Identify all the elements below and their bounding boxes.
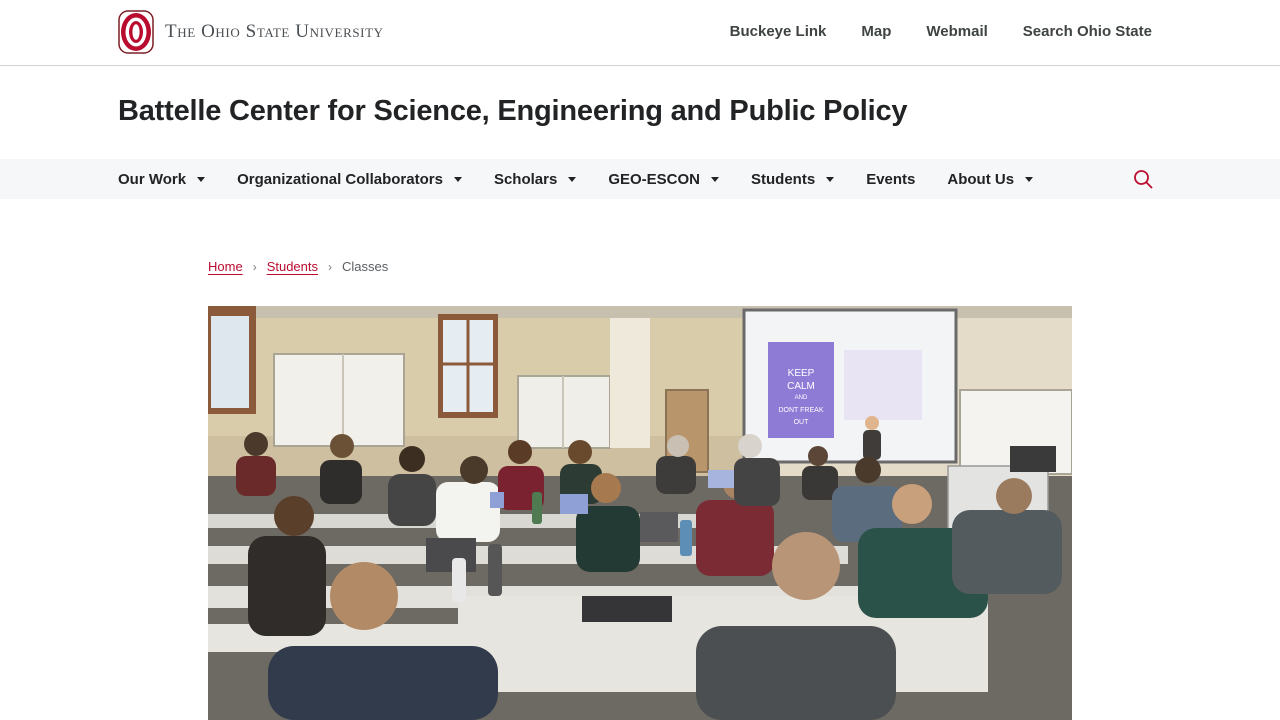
chevron-right-icon: › — [252, 259, 257, 274]
map-link[interactable]: Map — [861, 23, 891, 40]
utility-nav: Buckeye Link Map Webmail Search Ohio Sta… — [695, 23, 1152, 40]
slide-text-out: OUT — [794, 419, 810, 426]
classroom-photo-illustration: KEEP CALM AND DONT FREAK OUT — [208, 306, 1072, 720]
slide-text-keep: KEEP — [788, 368, 815, 379]
nav-item-organizational-collaborators[interactable]: Organizational Collaborators — [237, 171, 462, 188]
breadcrumb: Home › Students › Classes — [208, 259, 388, 274]
breadcrumb-students-link[interactable]: Students — [267, 259, 318, 274]
search-icon[interactable] — [1133, 169, 1153, 189]
university-wordmark[interactable]: The Ohio State University — [165, 22, 384, 42]
caret-down-icon — [453, 177, 462, 182]
main-nav: Our Work Organizational Collaborators Sc… — [0, 159, 1280, 199]
search-ohio-state-link[interactable]: Search Ohio State — [1023, 23, 1152, 40]
caret-down-icon — [197, 177, 206, 182]
nav-item-label: Organizational Collaborators — [237, 170, 443, 188]
caret-down-icon — [1025, 177, 1034, 182]
webmail-link[interactable]: Webmail — [926, 23, 987, 40]
slide-text-and: AND — [795, 395, 808, 401]
nav-item-label: Students — [751, 170, 816, 188]
nav-item-our-work[interactable]: Our Work — [118, 170, 206, 188]
breadcrumb-home-link[interactable]: Home — [208, 259, 243, 274]
nav-item-events[interactable]: Events — [866, 171, 915, 188]
nav-item-label: Our Work — [118, 170, 187, 188]
breadcrumb-current: Classes — [342, 259, 389, 274]
ohio-state-block-o-logo[interactable] — [118, 10, 154, 54]
university-header: The Ohio State University Buckeye Link M… — [0, 0, 1280, 66]
chevron-right-icon: › — [328, 259, 333, 274]
nav-item-geo-escon[interactable]: GEO-ESCON — [608, 170, 720, 188]
nav-item-label: Events — [866, 170, 916, 188]
buckeye-link[interactable]: Buckeye Link — [730, 23, 827, 40]
slide-text-dont-freak: DONT FREAK — [779, 407, 824, 414]
caret-down-icon — [711, 177, 720, 182]
nav-item-about-us[interactable]: About Us — [947, 170, 1034, 188]
caret-down-icon — [568, 177, 577, 182]
nav-item-label: GEO-ESCON — [608, 170, 701, 188]
classroom-photo: KEEP CALM AND DONT FREAK OUT — [208, 306, 1072, 720]
nav-item-label: About Us — [947, 170, 1015, 188]
nav-item-label: Scholars — [493, 170, 558, 188]
nav-item-students[interactable]: Students — [751, 170, 835, 188]
nav-item-scholars[interactable]: Scholars — [493, 170, 577, 188]
caret-down-icon — [826, 177, 835, 182]
site-title[interactable]: Battelle Center for Science, Engineering… — [118, 95, 908, 128]
slide-text-calm: CALM — [787, 381, 815, 392]
